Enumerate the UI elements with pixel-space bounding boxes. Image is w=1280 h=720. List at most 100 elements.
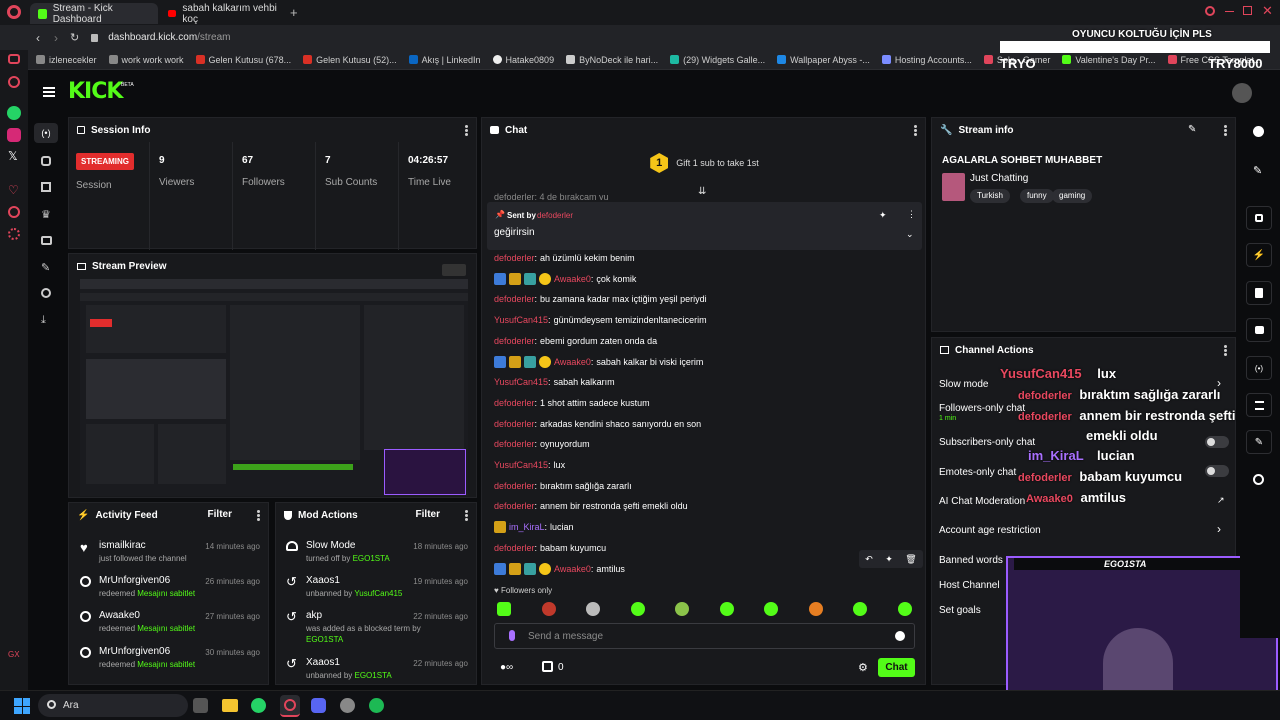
mod-menu-icon[interactable] xyxy=(465,510,468,521)
mod-by[interactable]: EGO1STA xyxy=(306,635,343,644)
store-icon[interactable] xyxy=(193,698,208,713)
chat-username[interactable]: defoderler xyxy=(494,481,535,491)
chat-username[interactable]: im_KiraL xyxy=(509,522,545,532)
edit-icon[interactable]: ✎ xyxy=(1188,124,1196,135)
emote-icon[interactable] xyxy=(764,602,778,616)
users-icon[interactable] xyxy=(1253,474,1264,485)
chat-username[interactable]: defoderler xyxy=(494,419,535,429)
pinned-menu-icon[interactable]: ⋮ xyxy=(907,209,916,220)
chat-username[interactable]: Awaake0 xyxy=(554,564,591,574)
emote-icon[interactable] xyxy=(586,602,600,616)
unpin-icon[interactable]: ✦ xyxy=(879,210,887,221)
chat-send-button[interactable]: Chat xyxy=(878,658,915,677)
action-banned-words[interactable]: Banned words xyxy=(939,555,1003,566)
channel-actions-menu-icon[interactable] xyxy=(1224,345,1227,356)
maximize-icon[interactable] xyxy=(1243,6,1252,15)
nav-media-icon[interactable] xyxy=(41,236,52,245)
nav-tools-icon[interactable]: ✎ xyxy=(41,261,50,274)
activity-filter-button[interactable]: Filter xyxy=(208,509,232,520)
bookmark-item[interactable]: ByNoDeck ile hari... xyxy=(566,55,658,65)
chat-message[interactable]: YusufCan415: sabah kalkarım xyxy=(494,373,615,391)
obs-icon[interactable] xyxy=(340,698,355,713)
tag[interactable]: funny xyxy=(1020,189,1054,203)
chat-username[interactable]: defoderler xyxy=(494,336,535,346)
nav-trophy-icon[interactable]: ♛ xyxy=(41,208,51,221)
nav-stream-icon[interactable]: (•) xyxy=(34,123,58,143)
nav-download-icon[interactable]: ⤓ xyxy=(41,314,46,327)
widget-record-button[interactable] xyxy=(1246,206,1272,230)
info-icon[interactable] xyxy=(1253,126,1264,137)
chat-message[interactable]: defoderler: bıraktım sağlığa zararlı xyxy=(494,477,632,495)
chat-message[interactable]: defoderler: annem bir restronda şefti eme… xyxy=(494,497,688,515)
bookmark-item[interactable]: (29) Widgets Galle... xyxy=(670,55,765,65)
chat-message[interactable]: im_KiraL: lucian xyxy=(494,518,574,536)
emote-icon[interactable] xyxy=(898,602,912,616)
tab-youtube[interactable]: sabah kalkarım vehbi koç xyxy=(160,3,285,25)
chat-username[interactable]: defoderler xyxy=(494,439,535,449)
popout-icon[interactable] xyxy=(442,264,466,276)
chat-settings-icon[interactable]: ⚙ xyxy=(858,661,868,674)
forward-icon[interactable]: › xyxy=(54,31,58,45)
chat-input[interactable]: Send a message xyxy=(494,623,915,649)
chat-message[interactable]: Awaake0: sabah kalkar bi viski içerim xyxy=(494,353,703,371)
instagram-icon[interactable] xyxy=(7,128,21,142)
chat-message[interactable]: defoderler: babam kuyumcu xyxy=(494,539,606,557)
nav-analytics-icon[interactable] xyxy=(41,182,51,192)
tab-stream-kick-dashboard[interactable]: Stream - Kick Dashboard xyxy=(30,3,158,25)
chat-username[interactable]: YusufCan415 xyxy=(494,315,548,325)
emote-icon[interactable] xyxy=(675,602,689,616)
pin-message-icon[interactable]: ✦ xyxy=(885,554,893,565)
widget-notes-button[interactable] xyxy=(1246,281,1272,305)
messenger-icon[interactable] xyxy=(8,54,20,64)
widget-tools-button[interactable]: ✎ xyxy=(1246,430,1272,454)
tag[interactable]: gaming xyxy=(1052,189,1093,203)
reply-icon[interactable]: ↶ xyxy=(865,554,873,565)
chat-message[interactable]: defoderler:1 shot attim sadece kustum xyxy=(494,394,650,412)
chat-username[interactable]: YusufCan415 xyxy=(494,377,548,387)
stream-preview-video[interactable] xyxy=(80,279,468,496)
widget-chat-button[interactable] xyxy=(1246,318,1272,342)
action-account-age[interactable]: Account age restriction xyxy=(939,525,1041,536)
edit-icon[interactable]: ✎ xyxy=(1253,164,1262,177)
chat-username[interactable]: Awaake0 xyxy=(554,357,591,367)
category-name[interactable]: Just Chatting xyxy=(970,173,1028,184)
gx-icon[interactable]: GX xyxy=(8,650,20,659)
new-tab-button[interactable]: + xyxy=(290,5,298,20)
chat-username[interactable]: defoderler xyxy=(494,294,535,304)
emote-icon[interactable] xyxy=(497,602,511,616)
chat-username[interactable]: defoderler xyxy=(494,501,535,511)
chat-username[interactable]: YusufCan415 xyxy=(494,460,548,470)
bookmark-item[interactable]: Wallpaper Abyss -... xyxy=(777,55,870,65)
activity-user[interactable]: MrUnforgiven06 xyxy=(99,646,170,657)
whatsapp-icon[interactable] xyxy=(7,106,21,120)
search-icon[interactable] xyxy=(1205,6,1215,16)
widget-lightning-button[interactable]: ⚡ xyxy=(1246,243,1272,267)
clock-icon[interactable] xyxy=(8,206,20,218)
heart-icon[interactable]: ♡ xyxy=(8,183,19,197)
chat-username[interactable]: Awaake0 xyxy=(554,274,591,284)
chat-menu-icon[interactable] xyxy=(914,125,917,136)
file-explorer-icon[interactable] xyxy=(222,699,238,712)
pinned-message[interactable]: 📌 Sent by defoderler geğirirsin ✦ ⋮ ⌄ xyxy=(487,202,922,250)
bookmark-item[interactable]: Hatake0809 xyxy=(492,55,554,65)
chat-message[interactable]: YusufCan415: günümdeysem temizindenltanec… xyxy=(494,311,707,329)
chat-username[interactable]: defoderler xyxy=(494,398,535,408)
aria-icon[interactable] xyxy=(8,76,20,88)
scroll-to-pin-icon[interactable]: ⇊ xyxy=(698,186,706,197)
minimize-icon[interactable] xyxy=(1225,11,1234,12)
activity-user[interactable]: MrUnforgiven06 xyxy=(99,575,170,586)
session-menu-icon[interactable] xyxy=(465,125,468,136)
mod-by[interactable]: EGO1STA xyxy=(355,671,392,680)
chat-message[interactable]: defoderler: ebemi gordum zaten onda da xyxy=(494,332,657,350)
chat-message[interactable]: defoderler: oynuyordum xyxy=(494,435,590,453)
taskbar-search[interactable]: Ara xyxy=(38,694,188,717)
bookmark-item[interactable]: work work work xyxy=(108,55,184,65)
mic-icon[interactable] xyxy=(509,630,515,641)
chat-message[interactable]: Awaake0: amtilus xyxy=(494,560,625,578)
activity-user[interactable]: Awaake0 xyxy=(99,610,140,621)
emote-icon[interactable] xyxy=(853,602,867,616)
tag[interactable]: Turkish xyxy=(970,189,1010,203)
mod-by[interactable]: EGO1STA xyxy=(353,554,390,563)
activity-menu-icon[interactable] xyxy=(257,510,260,521)
nav-users-icon[interactable] xyxy=(41,288,51,298)
